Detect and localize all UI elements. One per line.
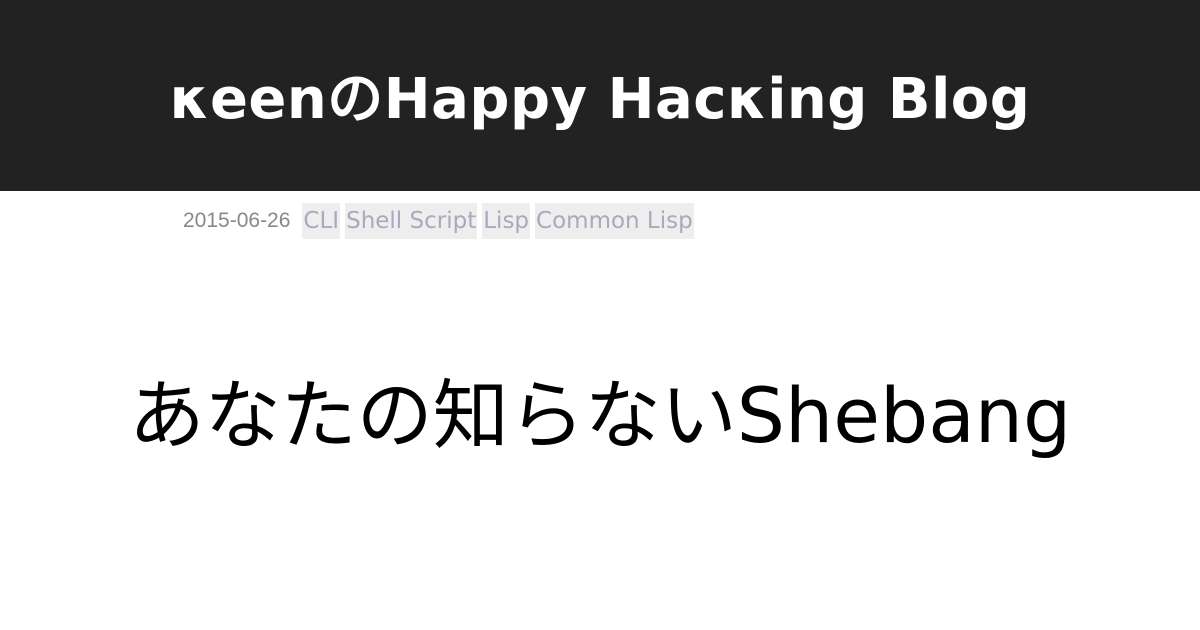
tag-shell-script[interactable]: Shell Script (345, 203, 478, 239)
tag-lisp[interactable]: Lisp (482, 203, 531, 239)
og-card: κeenのHappy Hacκing Blog 2015-06-26 CLI S… (0, 0, 1200, 630)
blog-title[interactable]: κeenのHappy Hacκing Blog (170, 71, 1031, 128)
tag-list: CLI Shell Script Lisp Common Lisp (302, 203, 698, 239)
post-meta: 2015-06-26 CLI Shell Script Lisp Common … (183, 203, 699, 239)
post-date: 2015-06-26 (183, 209, 291, 232)
blog-header: κeenのHappy Hacκing Blog (0, 0, 1200, 191)
tag-common-lisp[interactable]: Common Lisp (535, 203, 694, 239)
post-title: あなたの知らないShebang (128, 371, 1072, 460)
tag-cli[interactable]: CLI (302, 203, 341, 239)
